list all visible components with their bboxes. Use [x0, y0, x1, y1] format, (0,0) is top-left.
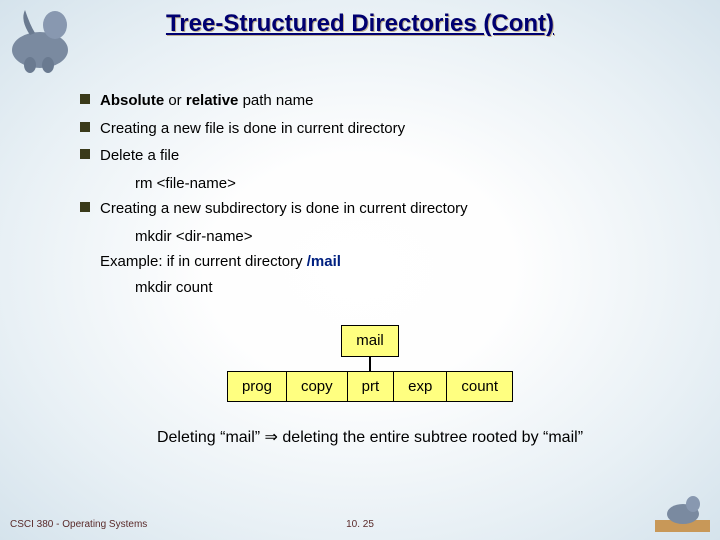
- path-text: /mail: [307, 253, 341, 270]
- text: Creating a new subdirectory is done in c…: [100, 196, 468, 222]
- command-text: rm <file-name>: [135, 171, 660, 197]
- tree-children-row: prog copy prt exp count: [227, 371, 513, 403]
- command-text: mkdir <dir-name>: [135, 224, 660, 250]
- bullet-marker: [80, 94, 90, 104]
- bullet-item: Absolute or relative path name: [80, 88, 660, 114]
- tree-connector: [369, 357, 371, 371]
- example-line: Example: if in current directory /mail: [100, 249, 660, 275]
- bullet-item: Creating a new file is done in current d…: [80, 116, 660, 142]
- text-bold: Absolute: [100, 92, 164, 109]
- bullet-item: Creating a new subdirectory is done in c…: [80, 196, 660, 222]
- bullet-item: Delete a file: [80, 143, 660, 169]
- text: or: [164, 92, 186, 109]
- tree-child-box: exp: [393, 371, 446, 403]
- directory-tree: mail prog copy prt exp count: [80, 325, 660, 402]
- text: Delete a file: [100, 143, 179, 169]
- dinosaur-logo-top: [0, 0, 80, 75]
- slide-content: Absolute or relative path name Creating …: [80, 88, 660, 451]
- footer-page-number: 10. 25: [0, 519, 720, 530]
- command-text: mkdir count: [135, 275, 660, 301]
- tree-child-box: copy: [286, 371, 347, 403]
- text: path name: [238, 92, 313, 109]
- tree-child-box: prog: [227, 371, 286, 403]
- text: Creating a new file is done in current d…: [100, 116, 405, 142]
- tree-child-box: prt: [347, 371, 394, 403]
- text: Example: if in current directory: [100, 253, 307, 270]
- bullet-marker: [80, 149, 90, 159]
- tree-root-box: mail: [341, 325, 399, 357]
- bullet-marker: [80, 202, 90, 212]
- tree-child-box: count: [446, 371, 513, 403]
- bullet-marker: [80, 122, 90, 132]
- text-bold: relative: [186, 92, 239, 109]
- slide-title: Tree-Structured Directories (Cont): [0, 0, 720, 38]
- closing-text: Deleting “mail” ⇒ deleting the entire su…: [80, 424, 660, 451]
